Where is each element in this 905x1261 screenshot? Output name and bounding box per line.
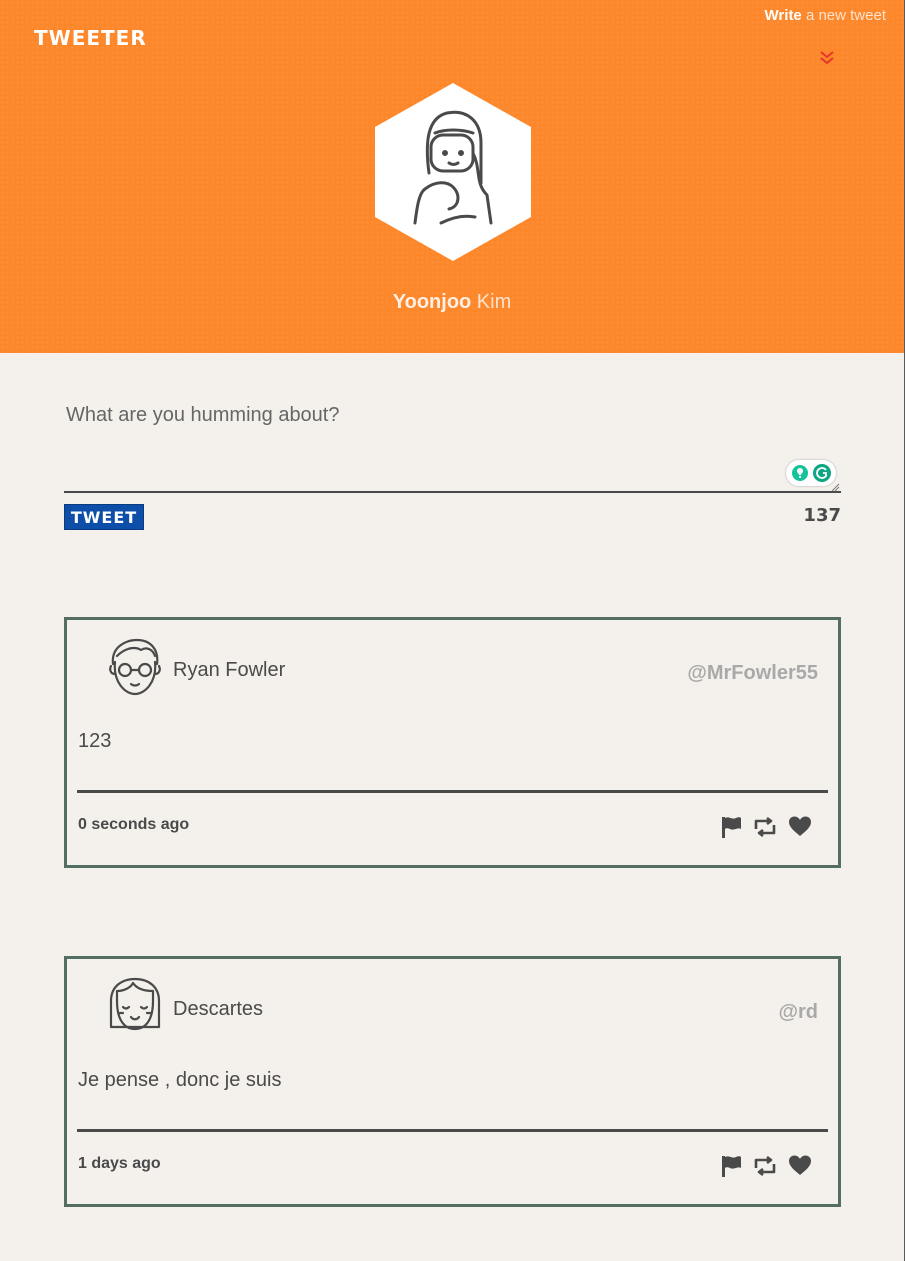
man-glasses-avatar-icon (109, 638, 161, 696)
tweet-divider (77, 1129, 828, 1132)
tweet-author-name[interactable]: Ryan Fowler (173, 659, 285, 682)
double-chevron-down-icon[interactable] (819, 50, 835, 66)
tweet-card: Ryan Fowler @MrFowler55 123 0 seconds ag… (64, 617, 841, 868)
tweet-text: Je pense , donc je suis (78, 1069, 282, 1091)
character-count: 137 (803, 505, 841, 526)
tweet-actions (718, 815, 814, 839)
tweet-text: 123 (78, 730, 112, 752)
flag-icon[interactable] (720, 1154, 742, 1178)
grammarly-icon (792, 464, 831, 482)
tweet-actions (718, 1154, 814, 1178)
tweet-timestamp: 0 seconds ago (78, 816, 190, 833)
tweet-author-handle[interactable]: @rd (778, 1001, 818, 1024)
girl-avatar-icon (109, 977, 161, 1031)
resize-handle-icon[interactable] (830, 482, 840, 492)
tweet-timestamp: 1 days ago (78, 1155, 161, 1172)
heart-icon[interactable] (788, 815, 812, 839)
grammarly-widget[interactable] (786, 460, 836, 486)
flag-icon[interactable] (720, 815, 742, 839)
profile-user-name: Yoonjoo Kim (0, 291, 904, 314)
tweet-author-name[interactable]: Descartes (173, 998, 263, 1021)
profile-header: TWEETER Write a new tweet Yoonjoo Kim (0, 0, 904, 353)
tweet-divider (77, 790, 828, 793)
profile-avatar (375, 83, 531, 261)
write-label-bold: Write (764, 7, 802, 24)
user-first-name: Yoonjoo (392, 291, 472, 313)
tweet-card: Descartes @rd Je pense , donc je suis 1 … (64, 956, 841, 1207)
tweet-author-handle[interactable]: @MrFowler55 (687, 662, 818, 685)
retweet-icon[interactable] (752, 815, 778, 839)
write-label-rest: a new tweet (801, 7, 886, 24)
compose-placeholder: What are you humming about? (66, 404, 340, 426)
app-logo[interactable]: TWEETER (34, 26, 147, 50)
write-new-tweet-link[interactable]: Write a new tweet (765, 7, 886, 24)
user-last-name: Kim (471, 291, 512, 313)
tweet-button[interactable]: TWEET (64, 504, 144, 530)
heart-icon[interactable] (788, 1154, 812, 1178)
retweet-icon[interactable] (752, 1154, 778, 1178)
